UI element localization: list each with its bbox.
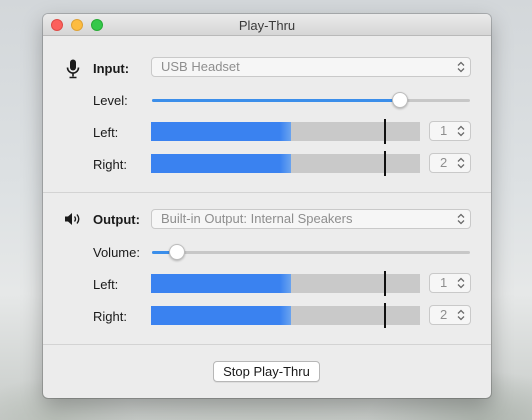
volume-label: Volume:: [93, 245, 140, 260]
output-left-channel-stepper[interactable]: 1: [429, 273, 471, 293]
input-right-level-fill: [151, 154, 291, 173]
input-device-popup[interactable]: USB Headset: [151, 57, 471, 77]
input-device-value: USB Headset: [161, 59, 240, 74]
microphone-icon: [66, 59, 80, 79]
output-right-level-fill: [151, 306, 291, 325]
output-right-channel-value: 2: [440, 307, 448, 322]
output-device-popup[interactable]: Built-in Output: Internal Speakers: [151, 209, 471, 229]
output-left-peak-marker: [384, 271, 387, 296]
up-down-chevron-icon[interactable]: [457, 277, 465, 289]
output-device-value: Built-in Output: Internal Speakers: [161, 211, 353, 226]
input-level-knob[interactable]: [392, 92, 409, 108]
up-down-chevron-icon: [457, 61, 465, 73]
input-left-level-fill: [151, 122, 291, 141]
output-right-level-meter: [151, 303, 420, 328]
input-left-label: Left:: [93, 125, 119, 140]
section-divider: [43, 192, 491, 193]
input-left-level-meter: [151, 119, 420, 144]
output-right-channel-stepper[interactable]: 2: [429, 305, 471, 325]
stop-play-thru-button[interactable]: Stop Play-Thru: [213, 361, 320, 382]
input-right-peak-marker: [384, 151, 387, 176]
input-left-channel-stepper[interactable]: 1: [429, 121, 471, 141]
play-thru-window: Play-Thru Input: USB Headset Level: Left…: [43, 14, 491, 398]
up-down-chevron-icon[interactable]: [457, 309, 465, 321]
output-volume-slider[interactable]: [152, 244, 470, 260]
window-title: Play-Thru: [238, 18, 296, 33]
output-right-label: Right:: [93, 309, 127, 324]
up-down-chevron-icon[interactable]: [457, 125, 465, 137]
output-left-level-meter: [151, 271, 420, 296]
output-left-level-fill: [151, 274, 291, 293]
up-down-chevron-icon: [457, 213, 465, 225]
input-left-peak-marker: [384, 119, 387, 144]
output-volume-knob[interactable]: [169, 244, 186, 260]
section-divider: [43, 344, 491, 345]
input-level-slider[interactable]: [152, 92, 470, 108]
input-left-channel-value: 1: [440, 123, 448, 138]
input-right-channel-value: 2: [440, 155, 448, 170]
input-label: Input:: [93, 61, 130, 76]
input-right-channel-stepper[interactable]: 2: [429, 153, 471, 173]
speaker-icon: [65, 213, 80, 225]
input-level-fill: [152, 99, 401, 102]
input-right-level-meter: [151, 151, 420, 176]
output-left-label: Left:: [93, 277, 119, 292]
level-label: Level:: [93, 93, 128, 108]
up-down-chevron-icon[interactable]: [457, 157, 465, 169]
output-left-channel-value: 1: [440, 275, 448, 290]
input-right-label: Right:: [93, 157, 127, 172]
output-label: Output:: [93, 212, 140, 227]
title-bar[interactable]: Play-Thru: [43, 14, 491, 36]
output-right-peak-marker: [384, 303, 387, 328]
